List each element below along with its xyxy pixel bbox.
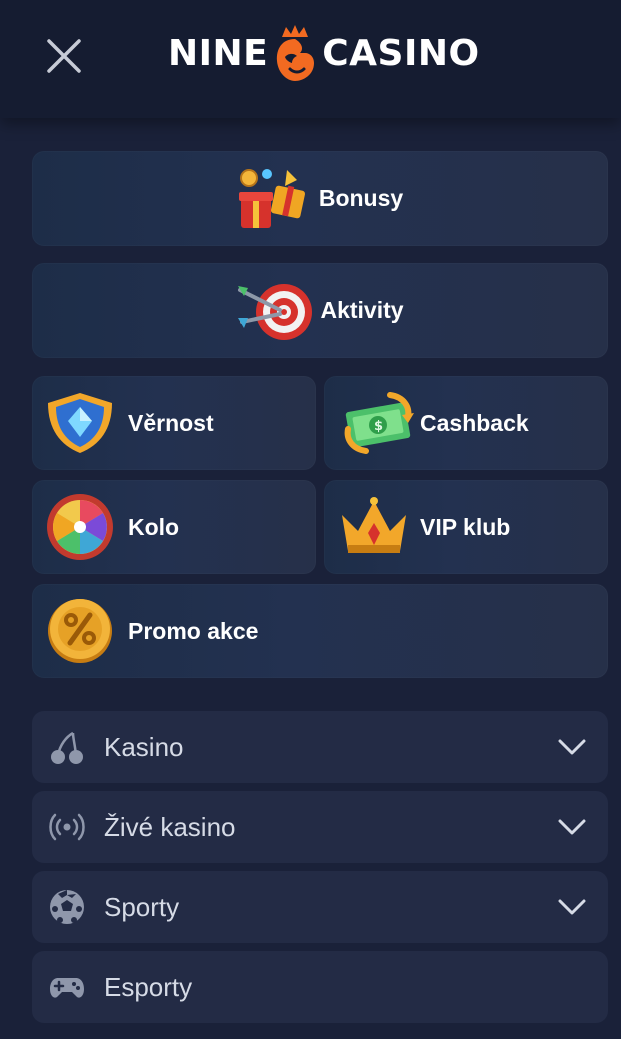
nav-label: Sporty [104,892,180,922]
svg-text:$: $ [374,419,383,434]
promo-label: Bonusy [318,185,404,211]
cashback-money-icon: $ [344,392,414,454]
nav-label: Esporty [104,972,193,1002]
dart-target-icon [238,283,313,340]
logo[interactable]: NINE CASINO [168,20,480,86]
header: NINE CASINO [0,0,621,118]
crown-icon [342,497,406,553]
gift-boxes-icon [238,168,305,228]
promo-kolo[interactable]: Kolo [32,480,316,574]
promo-label: VIP klub [420,513,511,540]
promo-bonusy[interactable]: Bonusy [32,151,608,246]
chevron-down-icon[interactable] [558,815,586,839]
chevron-down-icon[interactable] [558,895,586,919]
gamepad-icon [50,978,84,998]
lion-crown-icon [277,25,315,81]
promo-aktivity[interactable]: Aktivity [32,263,608,358]
live-broadcast-icon [49,813,85,841]
logo-text-right: CASINO [322,32,480,74]
chevron-down-icon[interactable] [558,735,586,759]
nav-item-kasino[interactable]: Kasino [32,711,608,783]
nav-item-zive-kasino[interactable]: Živé kasino [32,791,608,863]
promo-label: Cashback [420,409,529,436]
promo-vip-klub[interactable]: VIP klub [324,480,608,574]
close-button[interactable] [42,34,86,78]
promo-label: Aktivity [320,297,404,323]
promo-vernost[interactable]: Věrnost [32,376,316,470]
promo-label: Kolo [128,513,180,540]
nav-label: Kasino [104,732,184,762]
promo-promo-akce[interactable]: Promo akce [32,584,608,678]
percent-coin-icon [48,599,112,663]
close-icon [47,39,81,73]
soccer-ball-icon [50,890,84,924]
fortune-wheel-icon [47,494,113,560]
nav-item-sporty[interactable]: Sporty [32,871,608,943]
nav-label: Živé kasino [104,812,236,842]
promo-cashback[interactable]: $ Cashback [324,376,608,470]
promo-label: Promo akce [128,617,259,644]
logo-text-left: NINE [168,32,269,74]
promo-label: Věrnost [128,409,214,436]
nav-item-esporty[interactable]: Esporty [32,951,608,1023]
shield-gem-icon [48,393,112,453]
cherries-icon [51,731,83,764]
